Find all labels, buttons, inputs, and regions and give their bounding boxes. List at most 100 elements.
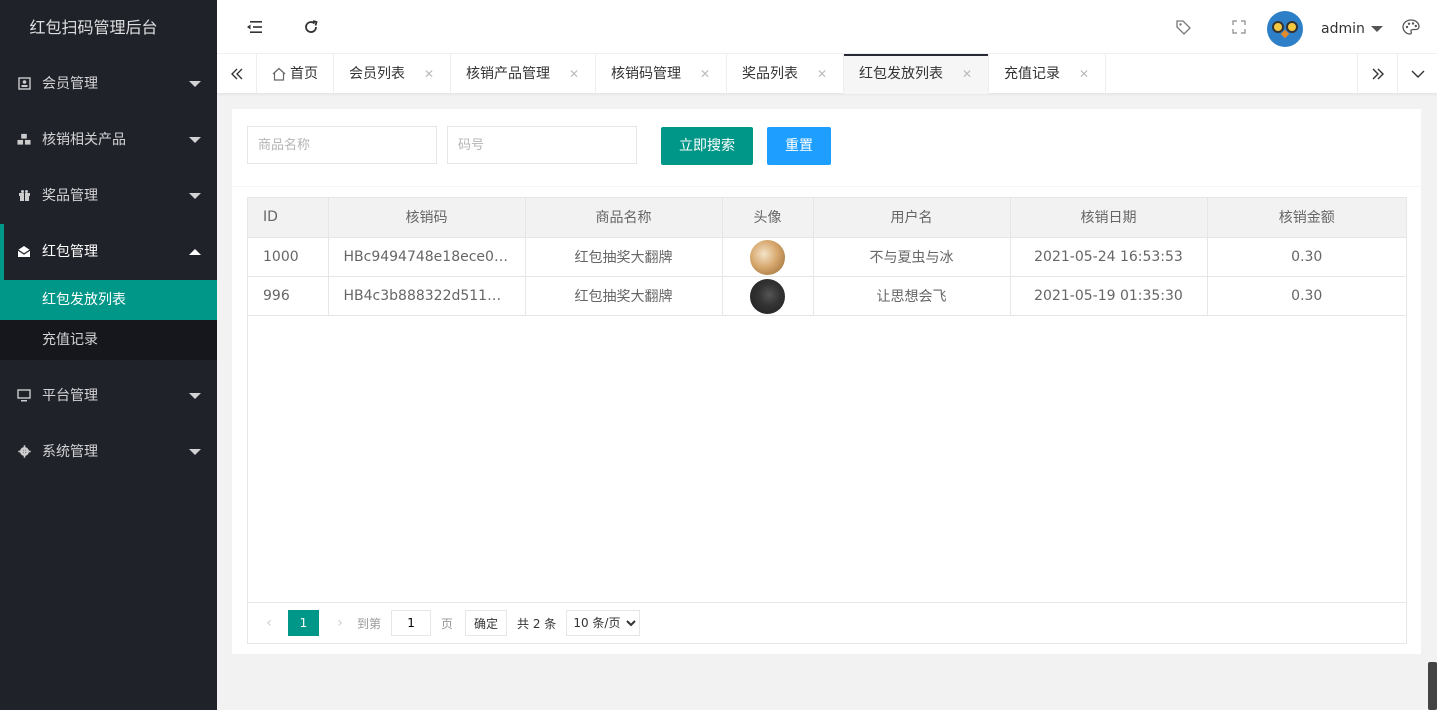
tab-label: 核销产品管理 — [466, 66, 550, 82]
sidebar-item-redpacket[interactable]: 红包管理 — [0, 224, 217, 280]
chevron-down-icon — [189, 393, 201, 399]
table-row[interactable]: 1000 HBc9494748e18ece097... 红包抽奖大翻牌 不与夏虫… — [248, 237, 1406, 276]
tab-label: 充值记录 — [1004, 66, 1060, 82]
refresh-icon[interactable] — [291, 0, 331, 54]
tab-label: 奖品列表 — [742, 66, 798, 82]
prev-page-icon[interactable]: ‹ — [258, 615, 280, 631]
tab-label: 首页 — [290, 66, 318, 82]
search-button[interactable]: 立即搜索 — [661, 127, 753, 165]
sidebar-subitem-redpacket-list[interactable]: 红包发放列表 — [0, 280, 217, 320]
sidebar-item-label: 会员管理 — [42, 76, 98, 92]
column-header[interactable]: 核销日期 — [1010, 198, 1208, 237]
product-name-input[interactable] — [247, 126, 437, 164]
cell-id: 1000 — [248, 237, 329, 276]
sidebar-item-members[interactable]: 会员管理 — [0, 56, 217, 112]
app-title: 红包扫码管理后台 — [29, 18, 158, 37]
reset-button[interactable]: 重置 — [767, 127, 831, 165]
chevron-down-icon — [189, 193, 201, 199]
total-count: 共 2 条 — [517, 616, 557, 631]
sidebar-item-label: 平台管理 — [42, 388, 98, 404]
top-header: admin — [217, 0, 1437, 54]
tab-label: 红包发放列表 — [859, 66, 943, 82]
tab-home[interactable]: 首页 — [257, 54, 334, 94]
caret-down-icon — [1370, 26, 1383, 32]
cell-product: 红包抽奖大翻牌 — [525, 276, 723, 315]
tab-prize-list[interactable]: 奖品列表 ✕ — [727, 54, 844, 94]
column-header[interactable]: 核销码 — [328, 198, 526, 237]
close-icon[interactable]: ✕ — [816, 54, 828, 94]
tag-icon[interactable] — [1163, 0, 1203, 54]
close-icon[interactable]: ✕ — [423, 54, 435, 94]
cell-date: 2021-05-19 01:35:30 — [1010, 276, 1208, 315]
close-icon[interactable]: ✕ — [699, 54, 711, 94]
cell-avatar — [722, 276, 814, 315]
tab-redpacket-list[interactable]: 红包发放列表 ✕ — [844, 54, 989, 94]
page-tabs: 首页 会员列表 ✕ 核销产品管理 ✕ 核销码管理 ✕ 奖品列表 ✕ 红包发放列表… — [217, 54, 1437, 94]
user-menu[interactable]: admin — [1267, 11, 1383, 47]
tab-member-list[interactable]: 会员列表 ✕ — [334, 54, 451, 94]
chevron-down-icon — [189, 81, 201, 87]
sidebar-item-system[interactable]: 系统管理 — [0, 424, 217, 480]
tab-label: 会员列表 — [349, 66, 405, 82]
sidebar-item-label: 核销相关产品 — [42, 132, 126, 148]
tabs-more-icon[interactable] — [1397, 54, 1437, 94]
user-avatar-image[interactable] — [750, 240, 785, 275]
current-page-button[interactable]: 1 — [288, 610, 319, 636]
theme-palette-icon[interactable] — [1391, 0, 1431, 54]
envelope-icon — [17, 244, 31, 258]
gift-icon — [17, 188, 31, 202]
avatar — [1267, 11, 1303, 47]
goto-page-input[interactable] — [391, 610, 432, 636]
column-header[interactable]: 用户名 — [813, 198, 1011, 237]
sidebar-item-label: 系统管理 — [42, 444, 98, 460]
cell-product: 红包抽奖大翻牌 — [525, 237, 723, 276]
monitor-icon — [17, 388, 31, 402]
cell-amount: 0.30 — [1291, 287, 1323, 304]
sidebar-item-platform[interactable]: 平台管理 — [0, 368, 217, 424]
chevron-up-icon — [189, 249, 201, 255]
code-input[interactable] — [447, 126, 637, 164]
cell-id: 996 — [248, 276, 329, 315]
close-icon[interactable]: ✕ — [961, 54, 973, 94]
sidebar-submenu-redpacket: 红包发放列表 充值记录 — [0, 280, 217, 360]
cell-username: 不与夏虫与冰 — [813, 237, 1011, 276]
column-header[interactable]: 头像 — [722, 198, 814, 237]
scrollbar-handle[interactable] — [1428, 662, 1437, 710]
tab-writeoff-code[interactable]: 核销码管理 ✕ — [596, 54, 727, 94]
column-header[interactable]: 核销金额 — [1207, 198, 1406, 237]
fullscreen-icon[interactable] — [1219, 0, 1259, 54]
tabs-scroll-left-icon[interactable] — [217, 54, 257, 94]
chevron-down-icon — [189, 137, 201, 143]
user-avatar-image[interactable] — [750, 279, 785, 314]
column-header[interactable]: ID — [248, 198, 329, 237]
goto-confirm-button[interactable]: 确定 — [465, 610, 508, 636]
cell-code: HB4c3b888322d511b26... — [328, 276, 526, 315]
tab-writeoff-product[interactable]: 核销产品管理 ✕ — [451, 54, 596, 94]
data-table: ID 核销码 商品名称 头像 用户名 核销日期 核销金额 1000 HBc949… — [247, 197, 1407, 644]
sidebar-subitem-recharge[interactable]: 充值记录 — [0, 320, 217, 360]
sidebar: 红包扫码管理后台 会员管理 核销相关产品 奖品管理 红包管理 红包发放列表 充值… — [0, 0, 217, 710]
page-size-select[interactable]: 10 条/页 — [566, 610, 641, 636]
close-icon[interactable]: ✕ — [1078, 54, 1090, 94]
sidebar-item-prizes[interactable]: 奖品管理 — [0, 168, 217, 224]
contact-icon — [17, 76, 31, 90]
page-unit-label: 页 — [441, 616, 454, 631]
sidebar-menu-lower: 平台管理 系统管理 — [0, 368, 217, 480]
tab-recharge[interactable]: 充值记录 ✕ — [989, 54, 1106, 94]
tabs-scroll-right-icon[interactable] — [1357, 54, 1397, 94]
next-page-icon[interactable]: › — [329, 615, 351, 631]
search-form: 立即搜索 重置 — [232, 109, 1421, 187]
username: admin — [1321, 21, 1365, 37]
column-header[interactable]: 商品名称 — [525, 198, 723, 237]
sidebar-item-label: 奖品管理 — [42, 188, 98, 204]
cell-amount: 0.30 — [1291, 248, 1323, 265]
content-card: 立即搜索 重置 ID 核销码 商品名称 头像 用户名 核销日期 核销金额 — [232, 109, 1421, 654]
sidebar-item-products[interactable]: 核销相关产品 — [0, 112, 217, 168]
pagination: ‹ 1 › 到第 页 确定 共 2 条 10 条/页 — [248, 602, 1406, 643]
menu-fold-icon[interactable] — [235, 0, 275, 54]
close-icon[interactable]: ✕ — [568, 54, 580, 94]
gear-icon — [17, 444, 31, 458]
cell-code: HBc9494748e18ece097... — [328, 237, 526, 276]
table-row[interactable]: 996 HB4c3b888322d511b26... 红包抽奖大翻牌 让思想会飞… — [248, 276, 1406, 315]
sidebar-item-label: 红包管理 — [42, 244, 98, 260]
